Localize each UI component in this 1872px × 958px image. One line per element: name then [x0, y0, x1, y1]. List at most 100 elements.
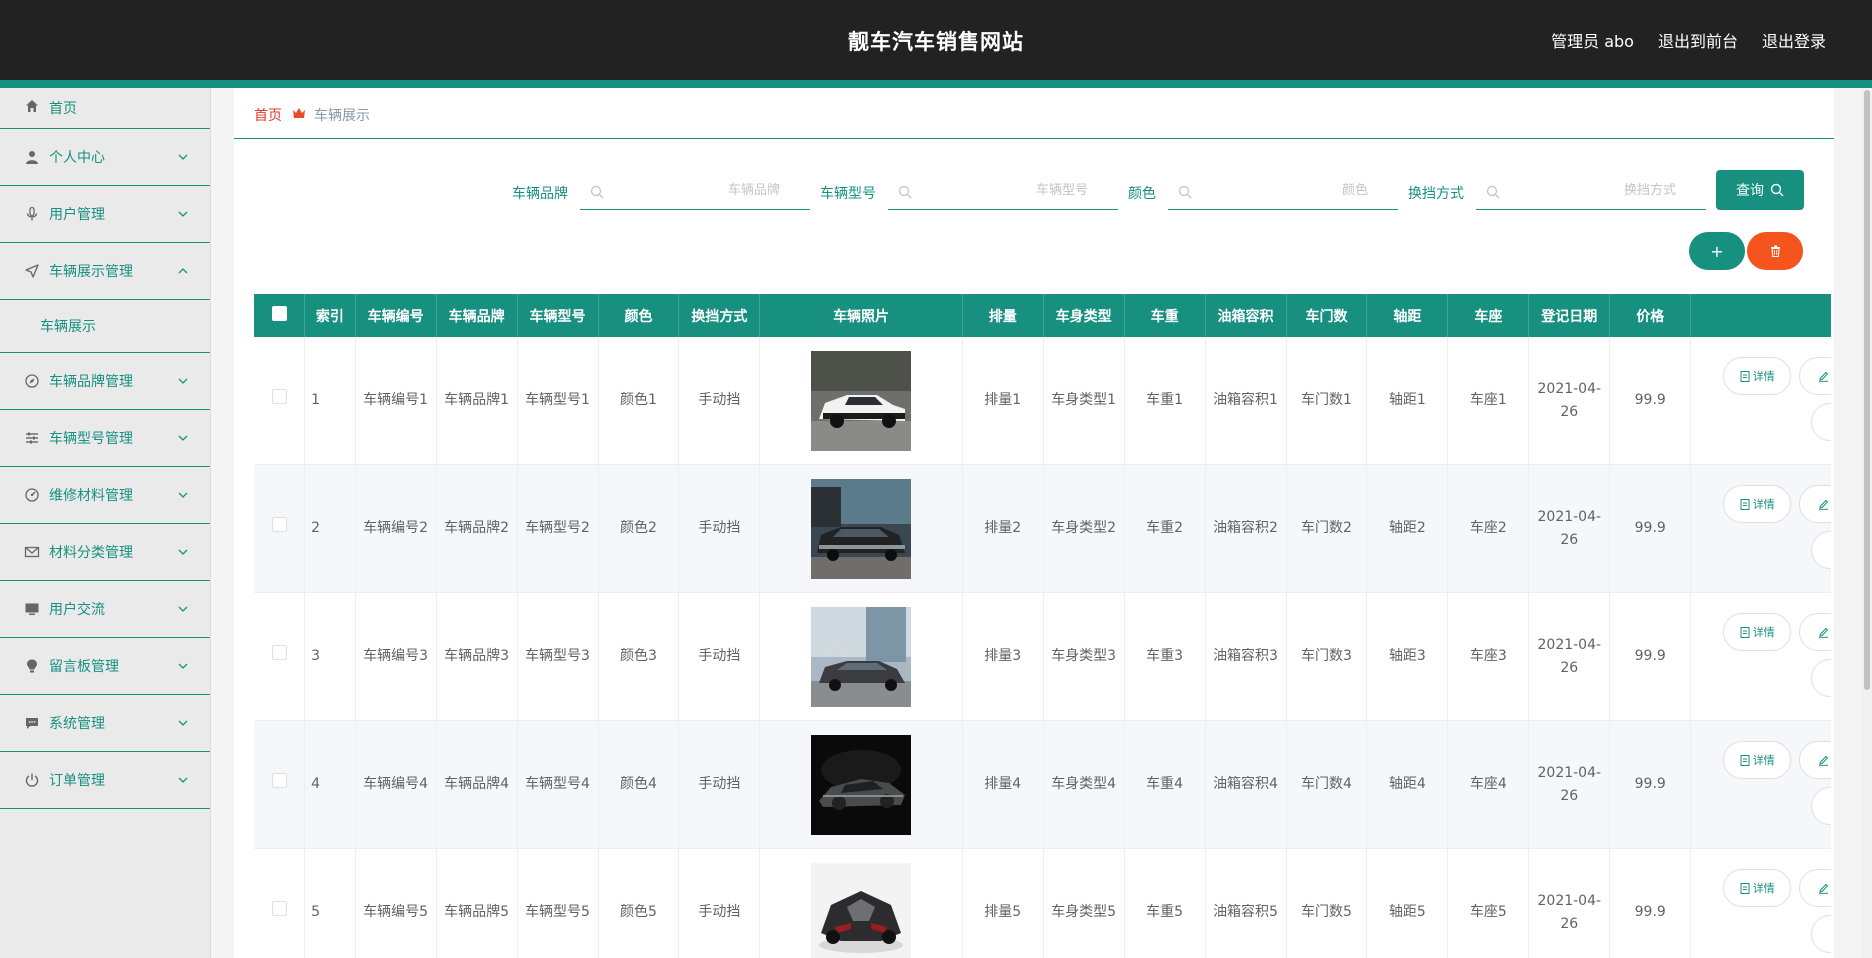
detail-button[interactable]: 详情 — [1723, 741, 1792, 779]
delete-button[interactable] — [1811, 659, 1831, 697]
sidebar-item-7[interactable]: 材料分类管理 — [0, 524, 210, 581]
delete-button[interactable] — [1811, 915, 1831, 953]
row-checkbox[interactable] — [271, 773, 287, 788]
breadcrumb-home[interactable]: 首页 — [254, 105, 282, 125]
sidebar-item-4[interactable]: 车辆品牌管理 — [0, 353, 210, 410]
column-header: 索引 — [304, 294, 356, 337]
column-header: 车重 — [1124, 294, 1206, 337]
exit-to-front-link[interactable]: 退出到前台 — [1658, 28, 1738, 52]
edit-button[interactable] — [1799, 741, 1831, 779]
table-cell: 油箱容积3 — [1205, 592, 1287, 721]
user-icon — [24, 149, 40, 165]
gear-search-label: 换挡方式 — [1408, 186, 1464, 202]
table-row[interactable]: 2 车辆编号2 车辆品牌2 车辆型号2 颜色2 手动挡 排量2 车身类型2 车重2 油箱容积2 车门… — [254, 464, 1831, 593]
sidebar-item-2[interactable]: 用户管理 — [0, 186, 210, 243]
breadcrumb: 首页 车辆展示 — [234, 88, 1834, 139]
brand-search-label: 车辆品牌 — [512, 186, 568, 202]
edit-button[interactable] — [1799, 357, 1831, 395]
add-button[interactable]: + — [1689, 232, 1745, 270]
top-header: 靓车汽车销售网站 管理员 abo 退出到前台 退出登录 — [0, 0, 1872, 80]
sidebar-item-6[interactable]: 维修材料管理 — [0, 467, 210, 524]
row-select-cell[interactable] — [254, 848, 306, 958]
delete-button[interactable] — [1811, 531, 1831, 569]
query-button[interactable]: 查询 — [1716, 170, 1804, 210]
sidebar-item-10[interactable]: 系统管理 — [0, 695, 210, 752]
search-icon — [898, 184, 912, 199]
sidebar-item-5[interactable]: 车辆型号管理 — [0, 410, 210, 467]
sidebar-item-11[interactable]: 订单管理 — [0, 752, 210, 809]
table-row[interactable]: 3 车辆编号3 车辆品牌3 车辆型号3 颜色3 手动挡 排量3 车身类型3 车重3 油箱容积3 车门… — [254, 592, 1831, 721]
search-icon — [1486, 184, 1500, 199]
column-header: 排量 — [962, 294, 1044, 337]
trash-icon — [1770, 245, 1780, 257]
document-icon — [1740, 882, 1750, 894]
table-row[interactable]: 4 车辆编号4 车辆品牌4 车辆型号4 颜色4 手动挡 排量4 车身类型4 车重4 油箱容积4 车门… — [254, 720, 1831, 849]
detail-button[interactable]: 详情 — [1723, 613, 1792, 651]
table-cell: 车身类型5 — [1043, 848, 1125, 958]
car-photo[interactable] — [811, 862, 912, 958]
row-actions: 详情 — [1691, 849, 1831, 958]
sidebar-item-1[interactable]: 个人中心 — [0, 129, 210, 186]
column-header: 车辆品牌 — [436, 294, 518, 337]
edit-button[interactable] — [1799, 485, 1831, 523]
table-cell: 车座2 — [1447, 464, 1530, 593]
table-cell: 排量2 — [962, 464, 1044, 593]
brand-search-input[interactable] — [580, 172, 810, 210]
data-table-wrapper: 索引 车辆编号 车辆品牌 车辆型号 颜色 换挡方式 车辆照片 排量 车身类型 车重 油箱容积 车门数轴… — [254, 294, 1831, 958]
table-row[interactable]: 1 车辆编号1 车辆品牌1 车辆型号1 颜色1 手动挡 排量1 车身类型1 车重1 油箱容积1 车门… — [254, 337, 1831, 465]
table-cell: 排量4 — [962, 720, 1044, 849]
chevron-down-icon — [176, 773, 190, 787]
color-search-input[interactable] — [1168, 172, 1398, 210]
detail-button[interactable]: 详情 — [1723, 357, 1792, 395]
car-photo[interactable] — [811, 606, 912, 707]
detail-button-label: 详情 — [1752, 753, 1775, 767]
edit-button[interactable] — [1799, 613, 1831, 651]
row-checkbox[interactable] — [271, 389, 287, 404]
delete-button[interactable] — [1811, 403, 1831, 441]
detail-button[interactable]: 详情 — [1723, 485, 1792, 523]
row-select-cell[interactable] — [254, 464, 306, 593]
sidebar-subitem-0[interactable]: 车辆展示 — [0, 300, 210, 353]
table-cell: 车辆编号2 — [355, 464, 437, 593]
row-select-cell[interactable] — [254, 337, 306, 465]
sidebar-item-label: 维修材料管理 — [49, 488, 133, 504]
car-photo[interactable] — [811, 478, 912, 579]
row-select-cell[interactable] — [254, 720, 306, 849]
table-cell: 车辆品牌2 — [436, 464, 518, 593]
model-search-input[interactable] — [888, 172, 1118, 210]
delete-button[interactable] — [1811, 787, 1831, 825]
scrollbar-thumb[interactable] — [1864, 90, 1870, 690]
table-cell: 排量3 — [962, 592, 1044, 721]
detail-button[interactable]: 详情 — [1723, 869, 1792, 907]
bulb-icon — [24, 658, 40, 674]
gear-search-input[interactable] — [1476, 172, 1706, 210]
row-checkbox[interactable] — [271, 517, 287, 532]
search-icon — [590, 184, 604, 199]
logout-link[interactable]: 退出登录 — [1762, 28, 1826, 52]
model-search-label: 车辆型号 — [820, 186, 876, 202]
sidebar-item-8[interactable]: 用户交流 — [0, 581, 210, 638]
detail-button-label: 详情 — [1752, 881, 1775, 895]
batch-delete-button[interactable] — [1747, 232, 1803, 270]
table-row[interactable]: 5 车辆编号5 车辆品牌5 车辆型号5 颜色5 手动挡 排量5 车身类型5 车重5 油箱容积5 车门… — [254, 848, 1831, 958]
sidebar-item-3[interactable]: 车辆展示管理 — [0, 243, 210, 300]
table-cell: 手动挡 — [678, 848, 761, 958]
chevron-down-icon — [176, 659, 190, 673]
page-scrollbar[interactable] — [1862, 88, 1872, 958]
detail-button-label: 详情 — [1752, 497, 1775, 511]
car-photo[interactable] — [811, 734, 912, 835]
select-all-header[interactable] — [254, 294, 306, 337]
row-checkbox[interactable] — [271, 645, 287, 660]
search-icon — [1178, 184, 1192, 199]
row-actions-cell: 详情 — [1690, 592, 1831, 721]
document-icon — [1740, 498, 1750, 510]
select-all-checkbox[interactable] — [271, 306, 287, 321]
car-photo[interactable] — [811, 350, 912, 451]
sidebar-item-0[interactable]: 首页 — [0, 88, 210, 129]
document-icon — [1740, 626, 1750, 638]
edit-button[interactable] — [1799, 869, 1831, 907]
row-checkbox[interactable] — [271, 901, 287, 916]
row-select-cell[interactable] — [254, 592, 306, 721]
chevron-down-icon — [176, 716, 190, 730]
sidebar-item-9[interactable]: 留言板管理 — [0, 638, 210, 695]
